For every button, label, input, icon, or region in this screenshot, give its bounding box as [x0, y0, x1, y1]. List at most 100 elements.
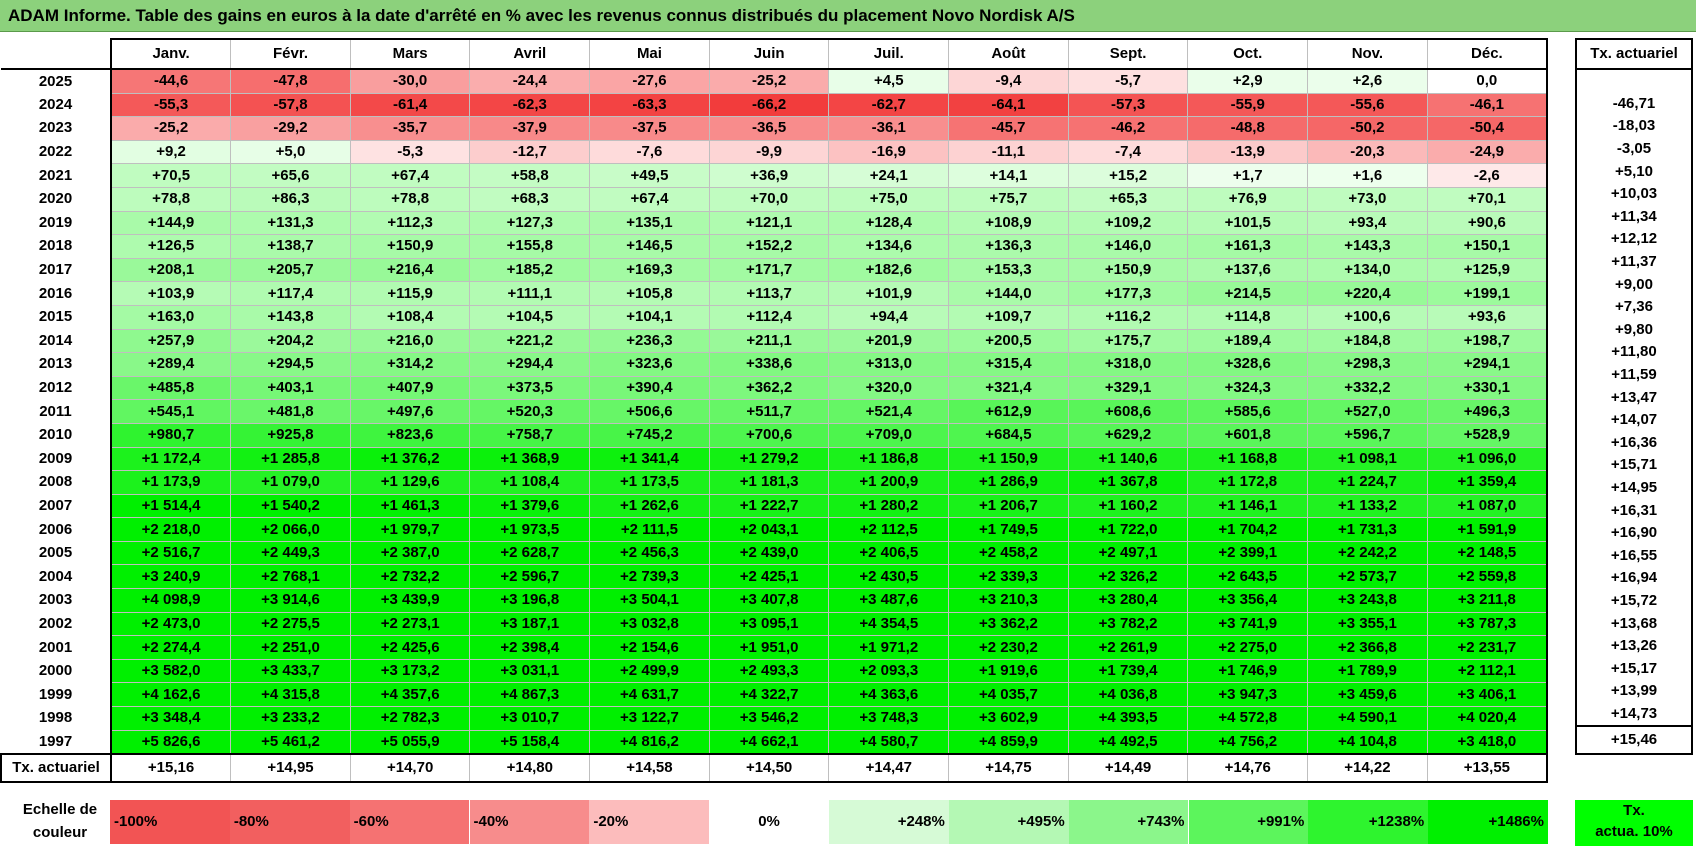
- gain-cell: -7,6: [589, 139, 710, 165]
- rate-cell: +11,37: [1575, 250, 1693, 274]
- gain-cell: +601,8: [1187, 422, 1309, 448]
- gain-cell: +216,4: [349, 257, 471, 283]
- rate-row: -18,03: [1575, 115, 1693, 138]
- gain-cell: +1 461,3: [349, 493, 471, 519]
- footer-cell: +14,50: [708, 753, 830, 784]
- rate-row: +11,34: [1575, 205, 1693, 229]
- gain-cell: +294,1: [1426, 352, 1548, 377]
- table-row: 2002 +2 473,0 +2 275,5 +2 273,1 +3 187,1 +3 0…: [1, 611, 1548, 637]
- rate-cell: +11,59: [1575, 363, 1693, 387]
- legend-rate-swatch: Tx. actua. 10%: [1575, 800, 1693, 846]
- gain-cell: +1 722,0: [1067, 517, 1189, 542]
- gain-cell: +143,3: [1307, 234, 1428, 259]
- rate-cell: +12,12: [1575, 228, 1693, 251]
- gain-cell: +208,1: [110, 257, 232, 283]
- gain-cell: +323,6: [589, 352, 710, 377]
- gain-cell: +257,9: [110, 328, 232, 354]
- gain-cell: +9,2: [110, 139, 232, 165]
- gain-cell: +189,4: [1187, 328, 1309, 354]
- gain-cell: +220,4: [1307, 281, 1428, 306]
- rate-row: +9,80: [1575, 318, 1693, 342]
- gain-cell: +4 631,7: [589, 682, 710, 708]
- year-label: 2016: [1, 281, 112, 306]
- gain-cell: +328,6: [1187, 352, 1309, 377]
- gain-cell: -64,1: [948, 92, 1069, 118]
- rate-row: +9,00: [1575, 273, 1693, 296]
- gain-cell: +101,5: [1187, 210, 1309, 236]
- gain-cell: +4 162,6: [110, 682, 232, 708]
- year-label: 2025: [1, 69, 112, 94]
- year-label: 2023: [1, 116, 112, 141]
- gain-cell: +1 262,6: [589, 493, 710, 519]
- gain-cell: +1 186,8: [828, 446, 950, 472]
- gain-cell: +585,6: [1187, 399, 1309, 424]
- gain-cell: +3 459,6: [1307, 682, 1428, 708]
- gain-cell: +329,1: [1067, 375, 1189, 401]
- gain-cell: +155,8: [469, 234, 591, 259]
- gain-cell: +3 914,6: [230, 588, 351, 613]
- gain-cell: -9,4: [948, 68, 1069, 94]
- gain-cell: +3 280,4: [1067, 588, 1189, 613]
- gain-cell: +2 326,2: [1067, 564, 1189, 590]
- legend-label: Echelle de couleur: [0, 798, 120, 846]
- gain-cell: +745,2: [589, 422, 710, 448]
- gain-cell: +2 148,5: [1426, 540, 1548, 566]
- gain-cell: -55,6: [1307, 92, 1428, 118]
- gain-cell: +1 514,4: [110, 493, 232, 519]
- gain-cell: +3 439,9: [349, 588, 471, 613]
- gain-cell: +3 487,6: [828, 588, 950, 613]
- rate-row: +15,17: [1575, 657, 1693, 681]
- gain-cell: -35,7: [349, 116, 471, 141]
- legend-swatch: -60%: [349, 800, 470, 844]
- gain-cell: +78,8: [349, 186, 471, 212]
- year-label: 2006: [1, 517, 112, 542]
- gain-cell: -13,9: [1187, 139, 1309, 165]
- year-label: 2001: [1, 635, 112, 660]
- gain-cell: -27,6: [589, 68, 710, 94]
- rate-cell: +16,55: [1575, 544, 1693, 568]
- gain-cell: -55,9: [1187, 92, 1309, 118]
- gain-cell: +511,7: [708, 399, 830, 424]
- year-label: 2002: [1, 612, 112, 636]
- rate-cell: +10,03: [1575, 182, 1693, 206]
- gain-cell: -36,5: [708, 116, 830, 141]
- gain-cell: +390,4: [589, 375, 710, 401]
- rate-row: -46,71: [1575, 92, 1693, 116]
- gain-cell: +2 274,4: [110, 635, 232, 660]
- gain-cell: +1 739,4: [1067, 658, 1189, 684]
- gain-cell: +980,7: [110, 422, 232, 448]
- rate-cell: +15,72: [1575, 589, 1693, 613]
- gain-cell: +24,1: [828, 163, 950, 188]
- gain-cell: +3 233,2: [230, 706, 351, 731]
- gain-cell: +136,3: [948, 234, 1069, 259]
- gain-cell: +506,6: [589, 399, 710, 424]
- gain-cell: +5 055,9: [349, 729, 471, 756]
- legend-swatch: +1486%: [1428, 800, 1548, 844]
- year-label: 2012: [1, 376, 112, 400]
- year-label: 2003: [1, 588, 112, 613]
- gain-cell: +121,1: [708, 210, 830, 236]
- gain-cell: +373,5: [469, 375, 591, 401]
- gain-cell: +1 540,2: [230, 493, 351, 519]
- gain-cell: +2 732,2: [349, 564, 471, 590]
- gain-cell: +90,6: [1426, 210, 1548, 236]
- gain-cell: -63,3: [589, 92, 710, 118]
- gain-cell: +330,1: [1426, 375, 1548, 401]
- legend-swatch: -80%: [229, 800, 350, 844]
- gain-cell: +1 173,9: [110, 470, 232, 495]
- legend-swatch: +248%: [829, 800, 949, 844]
- year-label: 2018: [1, 234, 112, 259]
- gain-cell: +1 079,0: [230, 470, 351, 495]
- gain-cell: +65,6: [230, 163, 351, 188]
- rate-row: +7,36: [1575, 295, 1693, 319]
- gain-cell: +3 173,2: [349, 658, 471, 684]
- gain-cell: +3 031,1: [469, 658, 591, 684]
- gain-cell: +2 230,2: [948, 635, 1069, 660]
- gain-cell: +3 355,1: [1307, 611, 1428, 637]
- gain-cell: +198,7: [1426, 328, 1548, 354]
- gain-cell: +1 087,0: [1426, 493, 1548, 519]
- gain-cell: +2 497,1: [1067, 540, 1189, 566]
- year-label: 2009: [1, 447, 112, 471]
- table-row: 2010 +980,7 +925,8 +823,6 +758,7 +745,2 +700,6…: [1, 422, 1548, 448]
- gain-cell: +338,6: [708, 352, 830, 377]
